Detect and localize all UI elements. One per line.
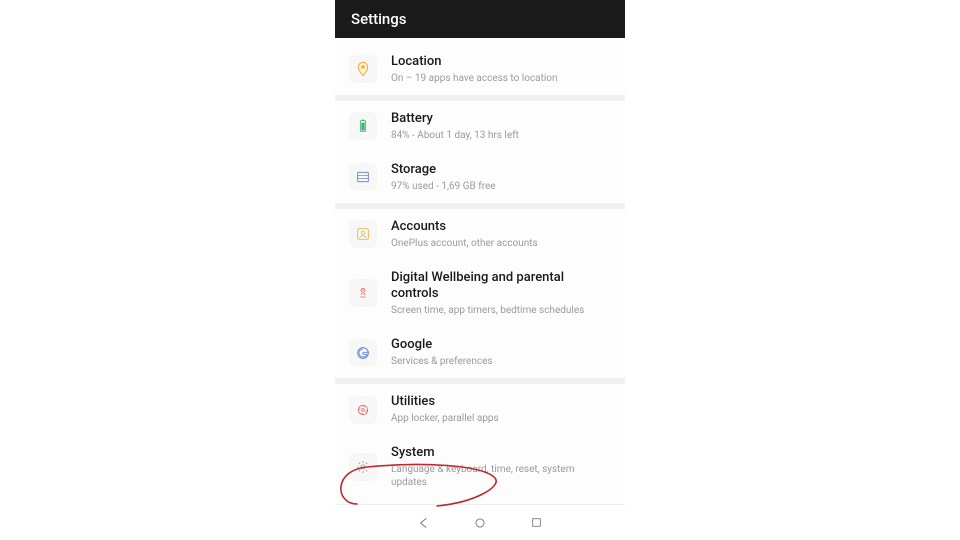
header-title: Settings: [351, 10, 407, 28]
item-title: Battery: [391, 111, 611, 128]
item-subtitle: Services & preferences: [391, 355, 611, 368]
home-button[interactable]: [473, 516, 487, 530]
settings-item-storage[interactable]: Storage 97% used - 1,69 GB free: [335, 152, 625, 203]
storage-icon: [349, 163, 377, 191]
system-icon: [349, 453, 377, 481]
item-title: Google: [391, 337, 611, 354]
item-subtitle: On – 19 apps have access to location: [391, 72, 611, 85]
settings-screen: Settings Location On – 19 apps have acce…: [335, 0, 625, 540]
item-subtitle: OnePlus account, other accounts: [391, 237, 611, 250]
battery-icon: [349, 112, 377, 140]
navigation-bar: [335, 504, 625, 540]
item-subtitle: Language & keyboard, time, reset, system…: [391, 463, 611, 489]
settings-item-accounts[interactable]: Accounts OnePlus account, other accounts: [335, 209, 625, 260]
item-title: System: [391, 445, 611, 462]
app-header: Settings: [335, 0, 625, 38]
location-icon: [349, 55, 377, 83]
item-title: Storage: [391, 162, 611, 179]
item-title: Location: [391, 54, 611, 71]
item-subtitle: 84% - About 1 day, 13 hrs left: [391, 129, 611, 142]
settings-list[interactable]: Location On – 19 apps have access to loc…: [335, 38, 625, 504]
back-button[interactable]: [417, 516, 431, 530]
google-icon: [349, 339, 377, 367]
accounts-icon: [349, 220, 377, 248]
settings-item-location[interactable]: Location On – 19 apps have access to loc…: [335, 44, 625, 95]
item-title: Digital Wellbeing and parental controls: [391, 270, 611, 304]
utilities-icon: [349, 396, 377, 424]
settings-item-utilities[interactable]: Utilities App locker, parallel apps: [335, 384, 625, 435]
item-subtitle: App locker, parallel apps: [391, 412, 611, 425]
item-subtitle: Screen time, app timers, bedtime schedul…: [391, 304, 611, 317]
settings-item-google[interactable]: Google Services & preferences: [335, 327, 625, 378]
settings-item-battery[interactable]: Battery 84% - About 1 day, 13 hrs left: [335, 101, 625, 152]
settings-item-wellbeing[interactable]: Digital Wellbeing and parental controls …: [335, 260, 625, 328]
item-title: Accounts: [391, 219, 611, 236]
item-title: Utilities: [391, 394, 611, 411]
item-subtitle: 97% used - 1,69 GB free: [391, 180, 611, 193]
recent-apps-button[interactable]: [529, 516, 543, 530]
wellbeing-icon: [349, 279, 377, 307]
settings-item-system[interactable]: System Language & keyboard, time, reset,…: [335, 435, 625, 499]
